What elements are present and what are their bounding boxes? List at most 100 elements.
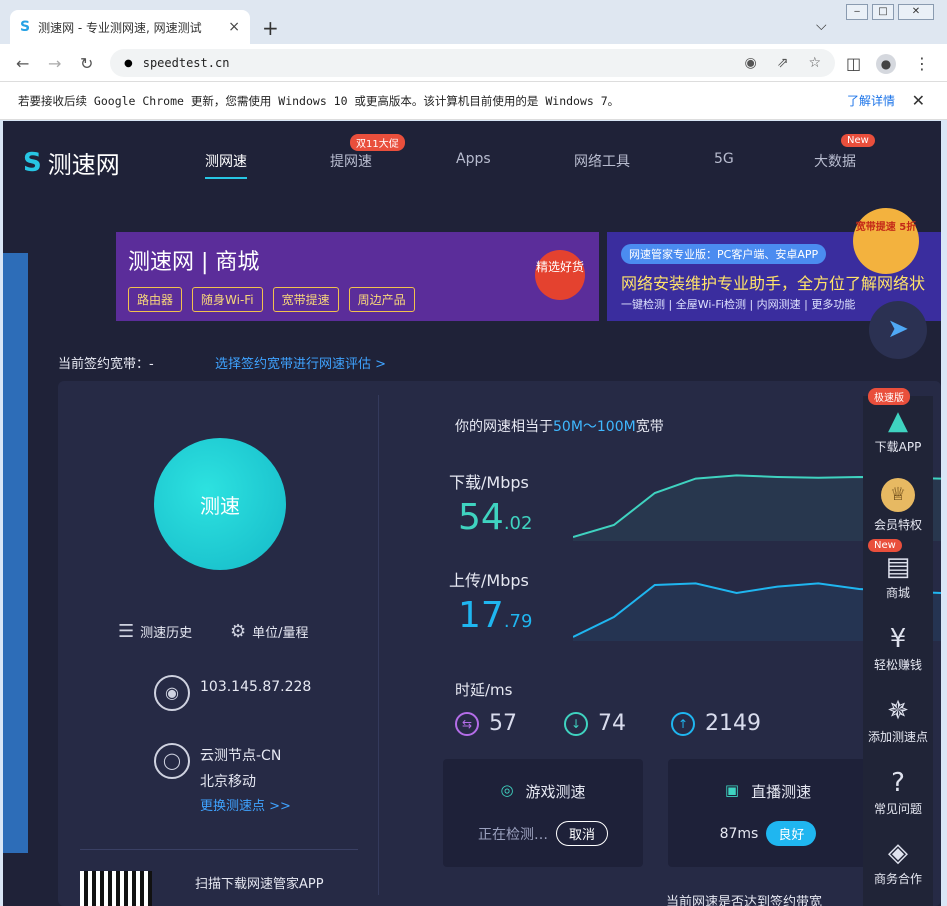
equivalent-range: 50M～100M: [553, 419, 636, 435]
back-button[interactable]: ←: [16, 54, 29, 73]
question-icon: ?: [891, 768, 905, 798]
nav-tools[interactable]: 网络工具: [574, 151, 630, 171]
tab-strip: S 测速网 - 专业测网速, 网速测试 × + ⌵ ‒ □ ✕: [0, 0, 947, 44]
nav-boost[interactable]: 提网速: [330, 151, 372, 171]
live-title: 直播测速: [751, 783, 812, 801]
equivalent-prefix: 你的网速相当于: [455, 419, 553, 435]
shop-icon: ▤: [885, 552, 911, 582]
rail-business-label: 商务合作: [873, 872, 922, 886]
infobar-message: 若要接收后续 Google Chrome 更新，您需使用 Windows 10 …: [18, 93, 620, 108]
gamepad-icon: ◎: [500, 781, 514, 799]
up-latency-value: 2149: [705, 711, 761, 736]
upload-dec: .79: [503, 611, 533, 632]
left-side-ad[interactable]: [3, 253, 28, 853]
seal-badge: 精选好货: [535, 250, 585, 300]
units-label: 单位/量程: [252, 626, 309, 641]
history-icon: ☰: [118, 621, 135, 642]
new-tab-button[interactable]: +: [262, 16, 279, 40]
signed-bandwidth-link[interactable]: 选择签约宽带进行网速评估 >: [215, 353, 386, 372]
rocket-icon[interactable]: ➤: [869, 301, 927, 359]
browser-tab[interactable]: S 测速网 - 专业测网速, 网速测试 ×: [10, 10, 250, 44]
rail-shop-badge: New: [868, 539, 902, 552]
panel-divider: [378, 395, 379, 895]
game-test-card: ◎ 游戏测速 正在检测… 取消: [443, 759, 643, 867]
qr-code: [80, 871, 152, 906]
profile-avatar[interactable]: ●: [876, 54, 896, 74]
site-logo[interactable]: S 测速网: [23, 145, 120, 180]
tab-close-icon[interactable]: ×: [228, 19, 240, 35]
rail-add-node-label: 添加测速点: [867, 730, 928, 744]
sidepanel-icon[interactable]: ◫: [846, 54, 861, 73]
share-icon[interactable]: ⇗: [777, 55, 789, 71]
chip-boost[interactable]: 宽带提速: [272, 287, 339, 312]
live-rating-badge: 良好: [766, 821, 817, 846]
handshake-icon: ◈: [888, 838, 908, 868]
latency-label: 时延/ms: [455, 681, 513, 699]
rail-member-label: 会员特权: [873, 518, 922, 532]
rail-faq[interactable]: ? 常见问题: [863, 768, 933, 817]
tab-list-icon[interactable]: ⌵: [816, 18, 827, 34]
signed-bandwidth-label: 当前签约宽带：-: [58, 357, 154, 372]
location-icon[interactable]: ◉: [744, 55, 756, 71]
ip-row: ◉ 103.145.87.228: [154, 675, 311, 711]
rail-add-node[interactable]: ✵ 添加测速点: [863, 696, 933, 745]
reload-button[interactable]: ↻: [80, 54, 93, 73]
shop-banner-title: 测速网 | 商城: [128, 250, 260, 275]
up-arrow-icon: ↑: [671, 711, 695, 736]
nav-speedtest[interactable]: 测网速: [205, 151, 247, 179]
lock-icon: ●: [124, 57, 133, 69]
start-test-button[interactable]: 测速: [154, 438, 286, 570]
shop-banner[interactable]: 测速网 | 商城 路由器 随身Wi-Fi 宽带提速 周边产品 精选好货: [116, 232, 599, 321]
rail-download-app[interactable]: ▲ 下载APP: [863, 406, 933, 455]
nav-apps[interactable]: Apps: [456, 151, 491, 167]
chip-merch[interactable]: 周边产品: [348, 287, 415, 312]
speedtest-panel: 测速 ☰ 测速历史 ⚙ 单位/量程 ◉ 103.145.87.228 ◯ 云测节点-…: [58, 381, 941, 906]
history-button[interactable]: ☰ 测速历史: [118, 621, 192, 642]
down-arrow-icon: ↓: [564, 711, 588, 736]
latency-down: ↓ 74: [564, 711, 626, 736]
nav-5g[interactable]: 5G: [714, 151, 734, 167]
browser-window: S 测速网 - 专业测网速, 网速测试 × + ⌵ ‒ □ ✕ ← → ↻ ● …: [0, 0, 947, 906]
pro-banner-sub: 一键检测 | 全屋Wi-Fi检测 | 内网测速 | 更多功能: [621, 298, 856, 311]
server-row: ◯ 云测节点-CN 北京移动 更换测速点 >>: [154, 743, 291, 814]
game-status: 正在检测…: [477, 826, 548, 843]
logo-mark-icon: S: [23, 147, 42, 178]
ip-address: 103.145.87.228: [200, 679, 312, 695]
bottom-text: 当前网速是否达到签约带宽: [666, 895, 823, 906]
url-text[interactable]: speedtest.cn: [143, 56, 230, 70]
location-pin-icon: ◉: [154, 675, 190, 711]
isp-name: 北京移动: [200, 774, 256, 790]
close-window-button[interactable]: ✕: [898, 4, 934, 20]
rail-shop-label: 商城: [885, 586, 910, 600]
infobar-close-icon[interactable]: ✕: [912, 91, 925, 110]
left-divider: [80, 849, 358, 850]
menu-icon[interactable]: ⋮: [914, 54, 930, 73]
download-int: 54: [458, 497, 504, 538]
crown-icon: ♕: [881, 478, 915, 512]
units-button[interactable]: ⚙ 单位/量程: [230, 621, 309, 642]
rail-member[interactable]: ♕ 会员特权: [863, 478, 933, 533]
learn-more-link[interactable]: 了解详情: [847, 92, 895, 109]
cancel-button[interactable]: 取消: [555, 821, 608, 846]
rail-shop[interactable]: ▤ 商城: [863, 552, 933, 601]
rail-business[interactable]: ◈ 商务合作: [863, 838, 933, 887]
discount-badge[interactable]: 宽带提速 5折: [853, 208, 919, 274]
chip-wifi[interactable]: 随身Wi-Fi: [192, 287, 263, 312]
page-content: S 测速网 测网速 提网速 双11大促 Apps 网络工具 5G 大数据 New …: [3, 121, 941, 906]
tv-icon: ▣: [724, 781, 740, 799]
star-icon[interactable]: ☆: [808, 55, 821, 71]
download-label: 下载/Mbps: [449, 473, 529, 492]
chip-router[interactable]: 路由器: [128, 287, 183, 312]
favicon-icon: S: [20, 19, 31, 35]
forward-button[interactable]: →: [48, 54, 61, 73]
maximize-button[interactable]: □: [872, 4, 894, 20]
nav-bigdata[interactable]: 大数据: [814, 151, 856, 171]
upload-label: 上传/Mbps: [449, 571, 529, 590]
omnibox[interactable]: ● speedtest.cn ◉ ⇗ ☆: [110, 49, 835, 77]
address-bar: ← → ↻ ● speedtest.cn ◉ ⇗ ☆ ◫ ● ⋮: [0, 44, 947, 82]
minimize-button[interactable]: ‒: [846, 4, 868, 20]
game-title: 游戏测速: [525, 783, 586, 801]
rail-earn[interactable]: ¥ 轻松赚钱: [863, 624, 933, 673]
change-server-link[interactable]: 更换测速点 >>: [200, 795, 291, 814]
rail-app-badge: 极速版: [868, 388, 910, 405]
